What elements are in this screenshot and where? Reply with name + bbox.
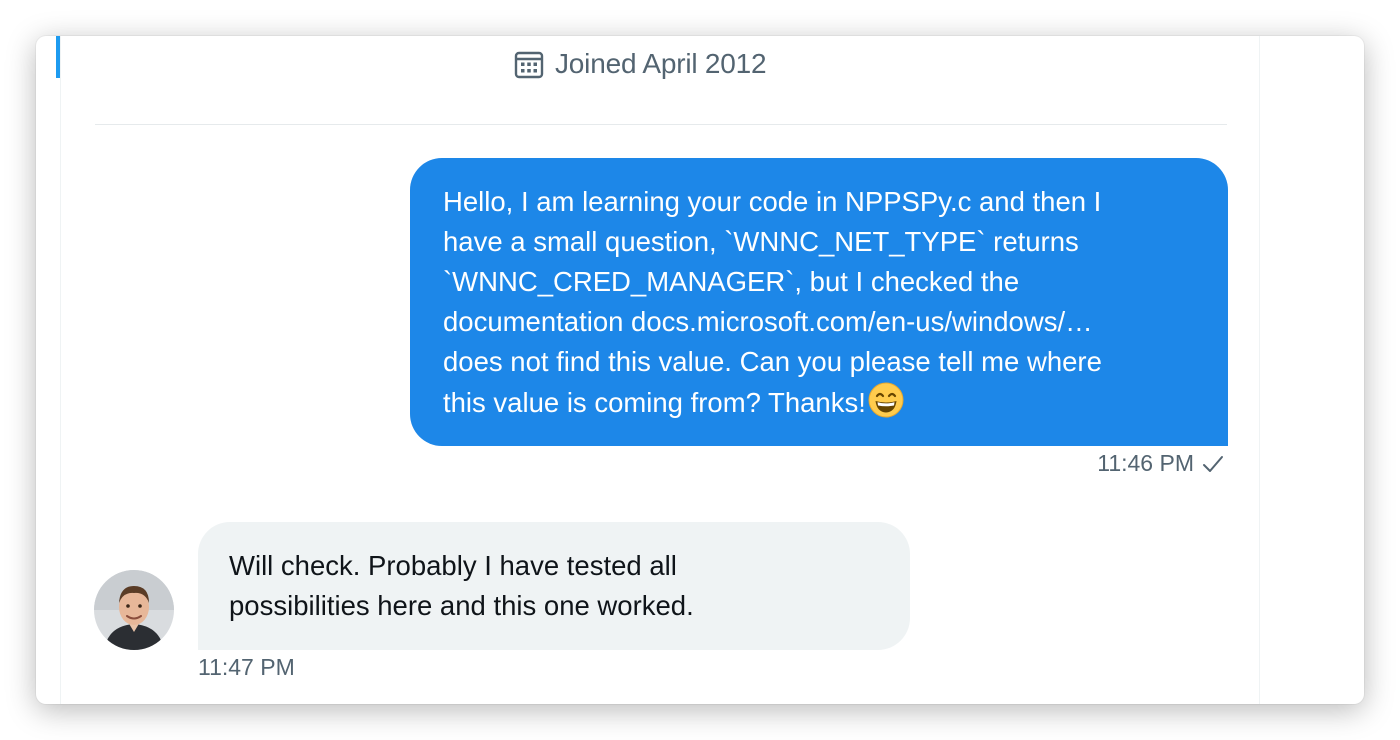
message-line: have a small question, `WNNC_NET_TYPE` r… bbox=[443, 226, 1079, 257]
message-line: Will check. Probably I have tested all bbox=[229, 550, 677, 581]
incoming-message-bubble[interactable]: Will check. Probably I have tested all p… bbox=[198, 522, 910, 650]
column-border-left bbox=[60, 36, 61, 704]
column-border-right bbox=[1259, 36, 1260, 704]
message-line: possibilities here and this one worked. bbox=[229, 590, 694, 621]
joined-date: Joined April 2012 bbox=[513, 46, 767, 82]
joined-text: Joined April 2012 bbox=[555, 48, 767, 79]
message-line-last: this value is coming from? Thanks! bbox=[443, 382, 1198, 423]
incoming-message-meta: 11:47 PM bbox=[198, 654, 295, 681]
outgoing-message-bubble[interactable]: Hello, I am learning your code in NPPSPy… bbox=[410, 158, 1228, 446]
outgoing-message-meta: 11:46 PM bbox=[1097, 450, 1226, 477]
dm-conversation-window: Joined April 2012 Hello, I am learning y… bbox=[36, 36, 1364, 704]
message-line: `WNNC_CRED_MANAGER`, but I checked the bbox=[443, 266, 1020, 297]
message-time: 11:46 PM bbox=[1097, 450, 1194, 476]
message-line: Hello, I am learning your code in NPPSPy… bbox=[443, 186, 1102, 217]
divider bbox=[95, 124, 1227, 125]
message-time: 11:47 PM bbox=[198, 654, 295, 680]
calendar-icon bbox=[513, 48, 545, 80]
message-line-text: this value is coming from? Thanks! bbox=[443, 387, 866, 418]
checkmark-icon bbox=[1200, 451, 1226, 477]
message-line: does not find this value. Can you please… bbox=[443, 346, 1102, 377]
grinning-face-emoji-icon bbox=[868, 382, 904, 418]
avatar[interactable] bbox=[94, 570, 174, 650]
message-link-line[interactable]: documentation docs.microsoft.com/en-us/w… bbox=[443, 302, 1198, 342]
